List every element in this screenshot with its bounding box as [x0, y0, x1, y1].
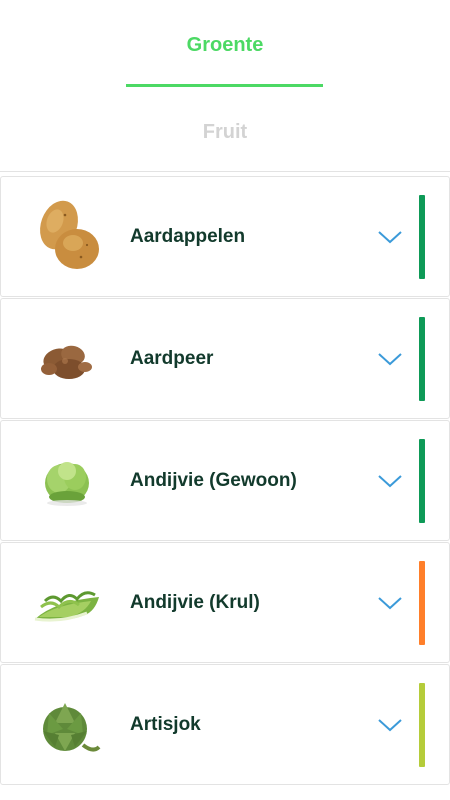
status-bar — [419, 317, 425, 401]
chevron-down-icon[interactable] — [377, 717, 403, 733]
status-bar — [419, 561, 425, 645]
item-name: Artisjok — [130, 713, 201, 735]
category-tabs: Groente Fruit — [0, 0, 450, 172]
item-name: Aardpeer — [130, 347, 214, 369]
artichoke-image — [25, 683, 109, 767]
chevron-down-icon[interactable] — [377, 229, 403, 245]
list-item-artisjok[interactable]: Artisjok — [0, 664, 450, 785]
item-name: Aardappelen — [130, 225, 246, 247]
list-item-andijvie-krul[interactable]: Andijvie (Krul) — [0, 542, 450, 663]
status-bar — [419, 195, 425, 279]
item-name: Andijvie (Gewoon) — [130, 469, 297, 491]
produce-list: Aardappelen Aardpeer Andijvie (Gewoon) A… — [0, 176, 450, 786]
list-item-aardappelen[interactable]: Aardappelen — [0, 176, 450, 297]
list-item-aardpeer[interactable]: Aardpeer — [0, 298, 450, 419]
status-bar — [419, 439, 425, 523]
tab-groente[interactable]: Groente — [0, 34, 450, 57]
endive-graphic — [45, 462, 89, 506]
curly-endive-image — [25, 561, 109, 645]
chevron-down-icon[interactable] — [377, 595, 403, 611]
artichoke-graphic — [43, 703, 101, 752]
curly-endive-graphic — [34, 591, 99, 622]
tab-fruit[interactable]: Fruit — [0, 121, 450, 144]
potato-image-graphic — [40, 200, 99, 269]
active-tab-indicator — [126, 84, 323, 87]
item-name: Andijvie (Krul) — [130, 591, 260, 613]
chevron-down-icon[interactable] — [377, 351, 403, 367]
status-bar — [419, 683, 425, 767]
potato-image — [25, 195, 109, 279]
jerusalem-artichoke-image — [25, 317, 109, 401]
chevron-down-icon[interactable] — [377, 473, 403, 489]
endive-image — [25, 439, 109, 523]
jerusalem-artichoke-graphic — [41, 345, 92, 379]
list-item-andijvie-gewoon[interactable]: Andijvie (Gewoon) — [0, 420, 450, 541]
